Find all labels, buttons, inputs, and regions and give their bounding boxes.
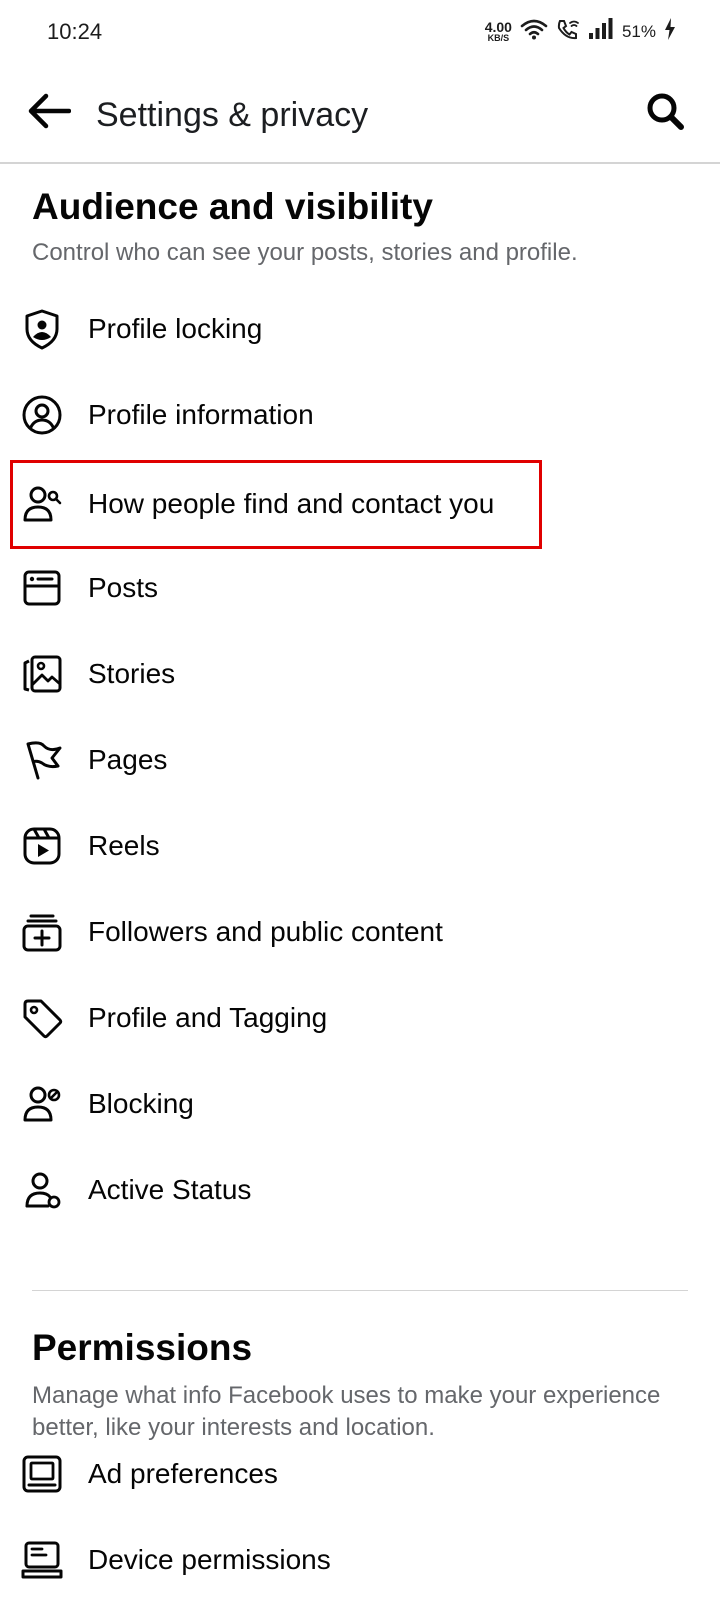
menu-item-pages[interactable]: Pages — [0, 716, 720, 802]
charging-icon — [664, 18, 676, 45]
section-divider — [32, 1290, 688, 1291]
back-arrow-icon — [27, 93, 72, 134]
profile-circle-icon — [20, 393, 64, 437]
menu-item-label: Profile information — [88, 399, 314, 430]
menu-item-label: Ad preferences — [88, 1458, 278, 1489]
network-speed: 4.00 KB/S — [485, 20, 512, 43]
menu-item-label: How people find and contact you — [88, 488, 495, 519]
network-speed-value: 4.00 — [484, 19, 512, 35]
flag-icon — [20, 738, 64, 782]
back-button[interactable] — [24, 88, 74, 138]
tag-icon — [20, 996, 64, 1040]
menu-item-stories[interactable]: Stories — [0, 630, 720, 716]
page-title: Settings & privacy — [96, 96, 369, 134]
status-icons: 4.00 KB/S 51% — [485, 18, 676, 45]
reels-icon — [20, 824, 64, 868]
section-title-permissions: Permissions — [32, 1327, 253, 1368]
active-status-icon — [20, 1168, 64, 1212]
menu-item-label: Pages — [88, 744, 168, 775]
posts-icon — [20, 566, 64, 610]
menu-item-profile-locking[interactable]: Profile locking — [0, 285, 720, 371]
signal-icon — [588, 18, 614, 45]
menu-item-followers[interactable]: Followers and public content — [0, 888, 720, 974]
section-title-audience: Audience and visibility — [32, 186, 433, 227]
battery-percent: 51% — [621, 21, 656, 41]
menu-item-how-people-find-you[interactable]: How people find and contact you — [0, 460, 720, 546]
section-description-audience: Control who can see your posts, stories … — [32, 239, 578, 266]
menu-item-label: Stories — [88, 658, 176, 689]
menu-item-label: Active Status — [88, 1174, 252, 1205]
block-user-icon — [20, 1082, 64, 1126]
stories-icon — [20, 652, 64, 696]
find-people-icon — [20, 482, 64, 526]
search-button[interactable] — [640, 88, 690, 138]
menu-item-label: Profile and Tagging — [88, 1002, 328, 1033]
device-permissions-icon — [20, 1538, 64, 1582]
wifi-icon — [520, 18, 548, 45]
status-bar: 10:24 4.00 KB/S 51% — [0, 0, 720, 64]
menu-item-profile-tagging[interactable]: Profile and Tagging — [0, 974, 720, 1060]
menu-item-label: Followers and public content — [88, 916, 443, 947]
menu-item-label: Reels — [88, 830, 160, 861]
status-time: 10:24 — [47, 19, 103, 44]
menu-item-device-permissions[interactable]: Device permissions — [0, 1516, 720, 1600]
profile-lock-icon — [20, 307, 64, 351]
app-bar: Settings & privacy — [0, 64, 720, 164]
menu-item-active-status[interactable]: Active Status — [0, 1146, 720, 1232]
ad-preferences-icon — [20, 1452, 64, 1496]
menu-item-posts[interactable]: Posts — [0, 544, 720, 630]
wifi-call-icon — [556, 18, 580, 45]
menu-item-ad-preferences[interactable]: Ad preferences — [0, 1430, 720, 1516]
menu-item-label: Profile locking — [88, 313, 263, 344]
search-icon — [645, 91, 685, 136]
menu-item-label: Blocking — [88, 1088, 194, 1119]
menu-item-label: Device permissions — [88, 1544, 331, 1575]
menu-item-label: Posts — [88, 572, 159, 603]
followers-icon — [20, 910, 64, 954]
network-speed-unit: KB/S — [487, 33, 510, 43]
menu-item-blocking[interactable]: Blocking — [0, 1060, 720, 1146]
menu-item-profile-information[interactable]: Profile information — [0, 371, 720, 457]
menu-item-reels[interactable]: Reels — [0, 802, 720, 888]
